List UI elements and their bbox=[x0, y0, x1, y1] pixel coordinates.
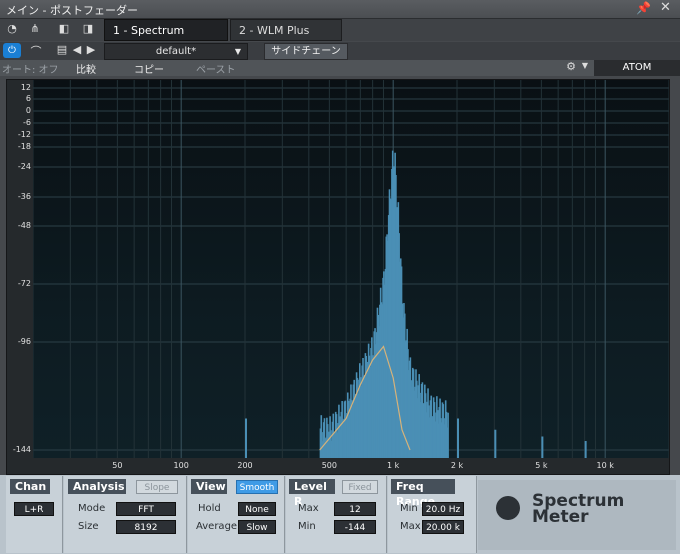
harmonic-bar bbox=[541, 436, 544, 458]
spectrum-display[interactable]: 12 6 0 -6 -12 -18 -24 -36 -48 -72 -96 -144 50 100 200… bbox=[6, 79, 670, 475]
routing-icon[interactable]: ⋔ bbox=[26, 22, 44, 35]
bypass-icon[interactable]: ⌒ bbox=[28, 43, 44, 59]
y-tick-label: -72 bbox=[17, 279, 31, 288]
x-tick-label: 10 k bbox=[596, 461, 614, 470]
plot-area bbox=[32, 80, 670, 459]
x-tick-label: 5 k bbox=[535, 461, 548, 470]
copy-button[interactable]: コピー bbox=[134, 61, 164, 76]
knob-icon[interactable]: ◔ bbox=[4, 22, 20, 35]
title-bar: メイン - ポストフェーダー 📌 ✕ bbox=[0, 0, 680, 19]
paste-button[interactable]: ペースト bbox=[196, 61, 236, 76]
plugin-window: メイン - ポストフェーダー 📌 ✕ ◔ ⋔ ◧ ◨ 1 - Spectrum … bbox=[0, 0, 680, 554]
input-icon[interactable]: ◧ bbox=[56, 22, 72, 35]
y-tick-label: -6 bbox=[23, 118, 31, 127]
tab-wlm-plus[interactable]: 2 - WLM Plus Stereo bbox=[230, 19, 342, 59]
slope-toggle[interactable]: Slope bbox=[136, 480, 178, 494]
gear-icon[interactable]: ⚙ bbox=[564, 60, 578, 73]
power-button[interactable]: ⏻ bbox=[3, 43, 21, 58]
chan-select[interactable]: L+R bbox=[14, 502, 54, 516]
average-select[interactable]: Slow bbox=[238, 520, 276, 534]
preset-tag[interactable]: ATOM bbox=[594, 60, 680, 76]
brand-line-2: Meter bbox=[532, 507, 589, 527]
x-tick-label: 100 bbox=[173, 461, 189, 470]
level-min-input[interactable]: -144 bbox=[334, 520, 376, 534]
y-tick-label: -96 bbox=[17, 337, 31, 346]
freq-header: Freq Range bbox=[391, 479, 455, 508]
x-tick-label: 500 bbox=[321, 461, 337, 470]
compare-button[interactable]: 比較 bbox=[76, 61, 96, 76]
level-max-input[interactable]: 12 bbox=[334, 502, 376, 516]
y-tick-label: -24 bbox=[17, 162, 31, 171]
freq-min-label: Min bbox=[400, 503, 418, 514]
x-tick-label: 200 bbox=[237, 461, 253, 470]
presonus-logo-icon bbox=[496, 496, 520, 520]
y-tick-label: 0 bbox=[25, 106, 31, 115]
freq-max-label: Max bbox=[400, 521, 421, 532]
chevron-down-icon: ▼ bbox=[234, 47, 241, 56]
harmonic-bar bbox=[457, 418, 459, 458]
next-preset-icon[interactable]: ▶ bbox=[86, 43, 96, 56]
mode-select[interactable]: FFT bbox=[116, 502, 176, 516]
preset-file-icon[interactable]: ▤ bbox=[56, 43, 68, 56]
harmonic-bar bbox=[494, 429, 497, 458]
spectrum-bar bbox=[447, 412, 449, 458]
auto-status[interactable]: オート: オフ bbox=[2, 61, 59, 76]
smooth-toggle[interactable]: Smooth bbox=[236, 480, 278, 494]
level-header: Level R bbox=[289, 479, 335, 508]
chevron-down-icon[interactable]: ▼ bbox=[580, 61, 590, 70]
fixed-toggle[interactable]: Fixed bbox=[342, 480, 378, 494]
harmonic-bar bbox=[245, 418, 247, 458]
y-tick-label: 6 bbox=[25, 94, 31, 103]
analysis-header: Analysis bbox=[68, 479, 126, 494]
level-min-label: Min bbox=[298, 521, 316, 532]
preset-select[interactable]: default* ▼ bbox=[104, 43, 248, 60]
window-title: メイン - ポストフェーダー bbox=[6, 4, 138, 17]
level-max-label: Max bbox=[298, 503, 319, 514]
average-label: Average bbox=[196, 521, 238, 532]
hold-select[interactable]: None bbox=[238, 502, 276, 516]
y-tick-label: -36 bbox=[17, 192, 31, 201]
output-icon[interactable]: ◨ bbox=[80, 22, 96, 35]
freq-max-input[interactable]: 20.00 k bbox=[422, 520, 464, 534]
preset-name: default* bbox=[155, 46, 197, 57]
view-header: View bbox=[191, 479, 227, 494]
freq-min-input[interactable]: 20.0 Hz bbox=[422, 502, 464, 516]
size-label: Size bbox=[78, 521, 99, 532]
chan-header: Chan bbox=[10, 479, 50, 494]
spectrum-chart bbox=[32, 80, 670, 459]
close-icon[interactable]: ✕ bbox=[660, 0, 671, 15]
harmonic-bar bbox=[584, 441, 587, 458]
size-select[interactable]: 8192 bbox=[116, 520, 176, 534]
x-tick-label: 1 k bbox=[387, 461, 400, 470]
x-tick-label: 50 bbox=[112, 461, 123, 470]
compare-bar bbox=[0, 60, 680, 76]
y-tick-label: 12 bbox=[20, 83, 31, 92]
hold-label: Hold bbox=[198, 503, 221, 514]
previous-preset-icon[interactable]: ◀ bbox=[72, 43, 82, 56]
y-tick-label: -48 bbox=[17, 221, 31, 230]
x-tick-label: 2 k bbox=[450, 461, 464, 470]
mode-label: Mode bbox=[78, 503, 106, 514]
y-tick-label: -18 bbox=[17, 142, 31, 151]
y-tick-label: -144 bbox=[12, 445, 31, 454]
pin-icon[interactable]: 📌 bbox=[636, 1, 651, 15]
y-tick-label: -12 bbox=[17, 130, 31, 139]
tab-spectrum-meter[interactable]: 1 - Spectrum Meter ▼ bbox=[104, 19, 228, 59]
sidechain-button[interactable]: サイドチェーン bbox=[264, 43, 348, 60]
brand-title: Spectrum Meter bbox=[532, 493, 624, 527]
